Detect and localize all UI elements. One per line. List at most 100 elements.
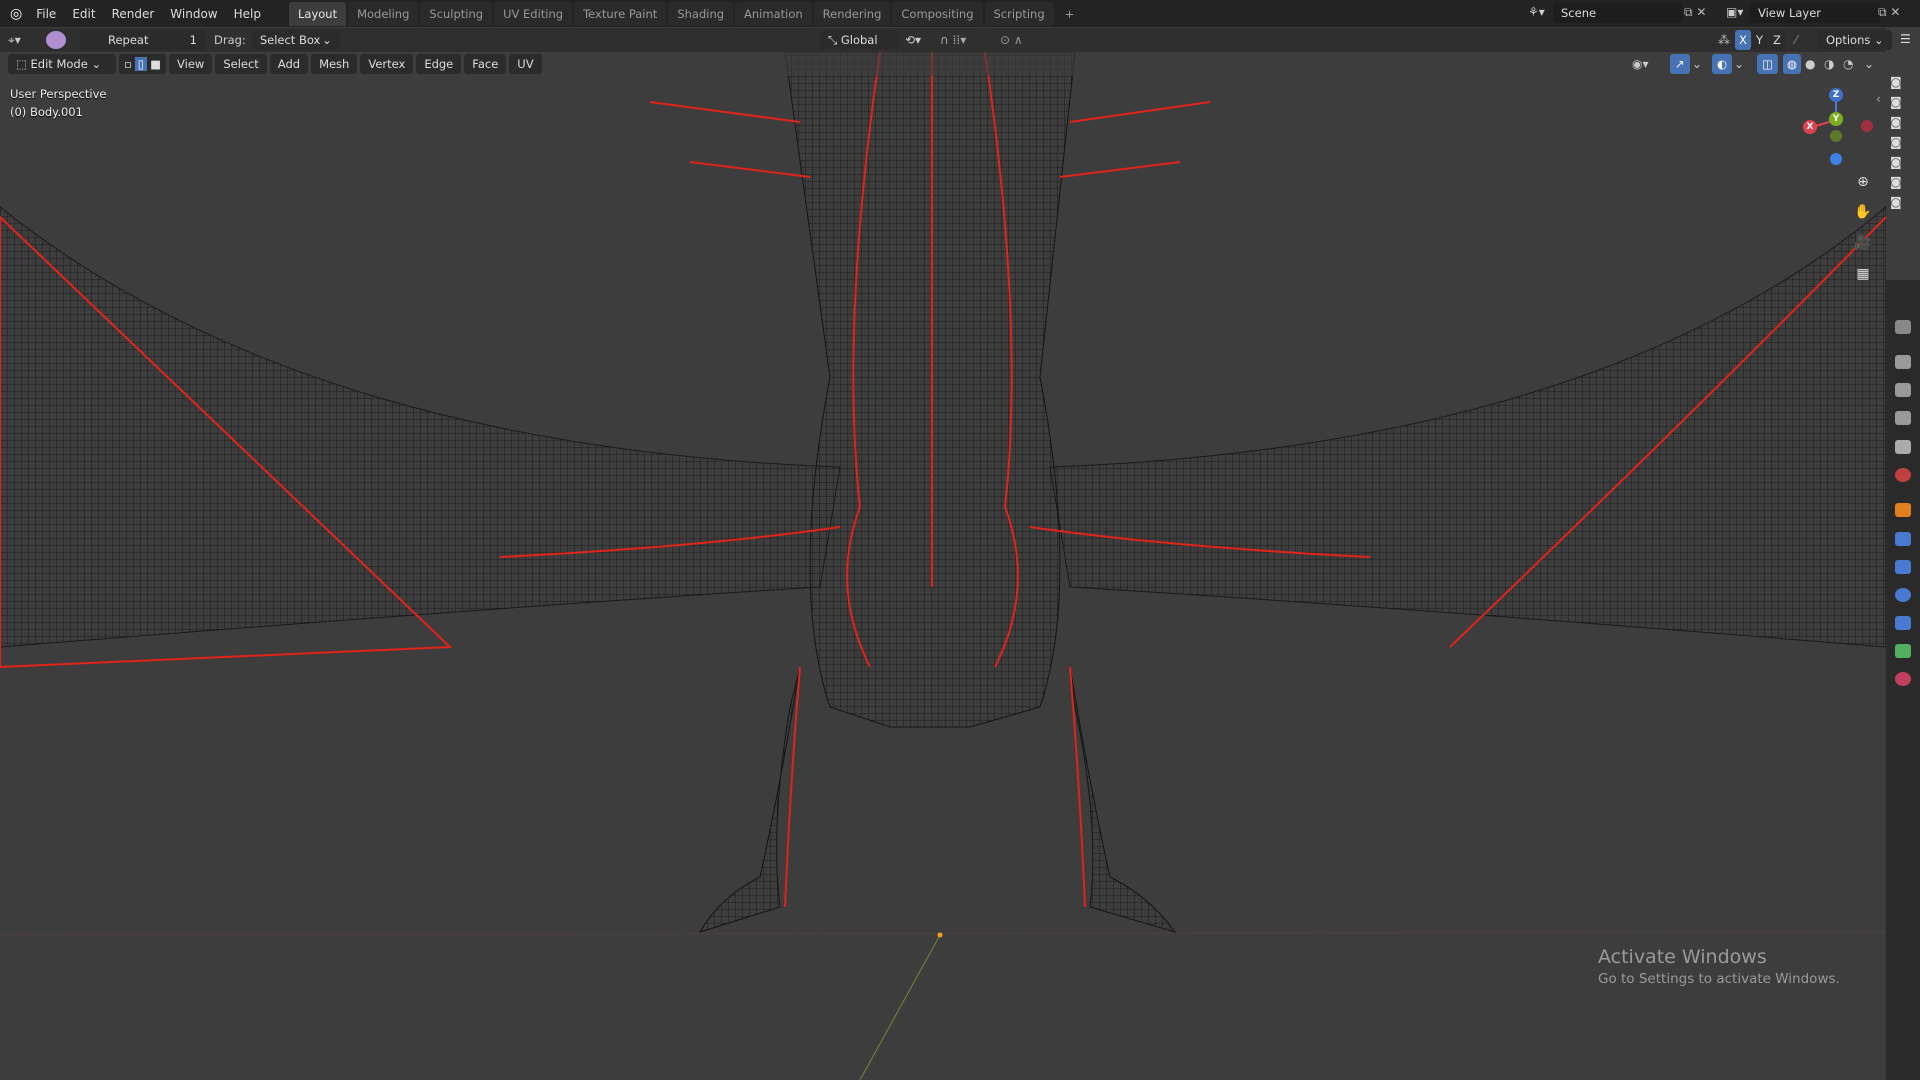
scene-tab-icon[interactable] <box>1895 440 1911 454</box>
rendered-shading-icon[interactable]: ◔ <box>1843 57 1853 71</box>
mirror-z-toggle[interactable]: Z <box>1769 30 1785 50</box>
tool-tab-icon[interactable] <box>1895 320 1911 334</box>
menu-render[interactable]: Render <box>104 7 163 21</box>
menu-vertex[interactable]: Vertex <box>360 54 414 74</box>
material-shading-icon[interactable]: ◑ <box>1824 57 1834 71</box>
scene-field[interactable]: Scene <box>1553 3 1683 23</box>
menu-view[interactable]: View <box>169 54 213 74</box>
select-mode-group[interactable]: ▫ ▯ ■ <box>119 54 167 74</box>
collapse-arrow-icon[interactable]: ‹ <box>1876 92 1881 106</box>
vertex-select-icon[interactable]: ▫ <box>121 57 135 71</box>
constraints-tab-icon[interactable] <box>1895 616 1911 630</box>
tab-compositing[interactable]: Compositing <box>892 1 983 26</box>
mesh-sphere-icon[interactable] <box>46 31 66 49</box>
camera-icon[interactable]: ◙ <box>1890 75 1902 95</box>
tab-scripting[interactable]: Scripting <box>984 1 1054 26</box>
wireframe-shading-icon[interactable]: ◍ <box>1783 54 1802 74</box>
object-tab-icon[interactable] <box>1895 503 1911 517</box>
tab-animation[interactable]: Animation <box>735 1 812 26</box>
modifier-tab-icon[interactable] <box>1895 532 1911 546</box>
gizmo-y[interactable]: Y <box>1829 112 1843 126</box>
orientation-select[interactable]: ⤡ Global <box>820 30 898 50</box>
left-wing <box>0 206 841 669</box>
tab-sculpting[interactable]: Sculpting <box>420 1 493 26</box>
new-scene-icon[interactable]: ⧉ ✕ <box>1684 5 1706 20</box>
world-tab-icon[interactable] <box>1895 468 1911 482</box>
gizmo-x[interactable]: X <box>1803 120 1817 134</box>
outliner-editor-icon[interactable]: ☰ <box>1900 32 1911 46</box>
camera-icon[interactable]: ◙ <box>1890 155 1902 175</box>
scene-icon[interactable]: ⚘▾ <box>1528 5 1545 19</box>
menu-mesh[interactable]: Mesh <box>311 54 358 74</box>
material-tab-icon[interactable] <box>1895 672 1911 686</box>
mirror-icon[interactable]: ⁂ <box>1718 33 1730 47</box>
camera-icon[interactable]: ◙ <box>1890 175 1902 195</box>
new-view-layer-icon[interactable]: ⧉ ✕ <box>1878 5 1900 20</box>
snap-icon[interactable]: ∩ ⁞⁞▾ <box>940 33 966 47</box>
navigation-gizmo[interactable]: Z Y X <box>1790 85 1873 165</box>
camera-icon[interactable]: ◙ <box>1890 135 1902 155</box>
gizmo-dropdown-icon[interactable]: ⌄ <box>1692 57 1702 71</box>
tab-rendering[interactable]: Rendering <box>813 1 891 26</box>
tab-texture-paint[interactable]: Texture Paint <box>574 1 667 26</box>
solid-shading-icon[interactable]: ● <box>1805 57 1815 71</box>
mirror-y-toggle[interactable]: Y <box>1752 30 1768 50</box>
view-layer-tab-icon[interactable] <box>1895 411 1911 425</box>
blender-logo-icon[interactable]: ◎ <box>10 6 22 22</box>
gizmo-toggle-icon[interactable]: ↗ <box>1670 54 1690 74</box>
menu-face[interactable]: Face <box>464 54 507 74</box>
particles-tab-icon[interactable] <box>1895 560 1911 574</box>
menu-uv[interactable]: UV <box>509 54 542 74</box>
view-layer-field[interactable]: View Layer <box>1750 3 1880 23</box>
menu-select[interactable]: Select <box>215 54 267 74</box>
add-workspace-button[interactable]: + <box>1056 2 1084 26</box>
topology-mirror-icon[interactable]: ⁄ <box>1795 33 1797 47</box>
menu-add[interactable]: Add <box>269 54 309 74</box>
tab-uv-editing[interactable]: UV Editing <box>494 1 573 26</box>
gizmo-neg-x[interactable] <box>1861 120 1873 132</box>
camera-icon[interactable]: ◙ <box>1890 95 1902 115</box>
viewport-mesh[interactable] <box>0 27 1886 1080</box>
view-header: ⬚ Edit Mode ⌄ ▫ ▯ ■ View Select Add Mesh… <box>0 52 1886 76</box>
menu-window[interactable]: Window <box>162 7 225 21</box>
overlay-toggle-icon[interactable]: ◐ <box>1712 54 1733 74</box>
edge-select-icon[interactable]: ▯ <box>134 57 148 71</box>
repeat-value: 1 <box>189 33 197 47</box>
data-tab-icon[interactable] <box>1895 644 1911 658</box>
render-tab-icon[interactable] <box>1895 355 1911 369</box>
orientation-value: Global <box>840 33 878 47</box>
repeat-field[interactable]: Repeat 1 <box>80 30 205 50</box>
physics-tab-icon[interactable] <box>1895 588 1911 602</box>
overlay-dropdown-icon[interactable]: ⌄ <box>1734 57 1744 71</box>
view-layer-icon[interactable]: ▣▾ <box>1726 5 1743 19</box>
proportional-edit-icon[interactable]: ⊙ ∧ <box>1000 33 1023 47</box>
menu-edit[interactable]: Edit <box>64 7 103 21</box>
face-select-icon[interactable]: ■ <box>147 57 164 71</box>
camera-icon[interactable]: ◙ <box>1890 115 1902 135</box>
xray-toggle-icon[interactable]: ◫ <box>1757 54 1778 74</box>
mirror-x-toggle[interactable]: X <box>1735 30 1751 50</box>
options-button[interactable]: Options ⌄ <box>1818 30 1892 50</box>
visibility-icon[interactable]: ◉▾ <box>1632 57 1649 71</box>
menu-help[interactable]: Help <box>226 7 269 21</box>
watermark-subtitle: Go to Settings to activate Windows. <box>1598 971 1840 987</box>
menu-edge[interactable]: Edge <box>416 54 462 74</box>
transform-tool-icon[interactable]: ⌖▾ <box>8 33 38 48</box>
tab-shading[interactable]: Shading <box>668 1 734 26</box>
camera-icon[interactable]: ◙ <box>1890 195 1902 215</box>
tab-layout[interactable]: Layout <box>288 1 347 26</box>
output-tab-icon[interactable] <box>1895 383 1911 397</box>
zoom-icon[interactable]: ⊕ <box>1852 171 1874 193</box>
gizmo-neg-z[interactable] <box>1830 153 1842 165</box>
drag-select[interactable]: Select Box ⌄ <box>251 30 340 50</box>
pan-hand-icon[interactable]: ✋ <box>1852 201 1874 223</box>
shading-dropdown-icon[interactable]: ⌄ <box>1864 57 1874 71</box>
gizmo-neg-y[interactable] <box>1830 130 1842 142</box>
menu-file[interactable]: File <box>28 7 64 21</box>
pivot-icon[interactable]: ⟲▾ <box>905 33 921 47</box>
camera-view-icon[interactable]: 🎥 <box>1852 232 1874 254</box>
mode-select[interactable]: ⬚ Edit Mode ⌄ <box>8 54 116 74</box>
ortho-grid-icon[interactable]: ▦ <box>1852 263 1874 285</box>
gizmo-z[interactable]: Z <box>1829 88 1843 102</box>
tab-modeling[interactable]: Modeling <box>348 1 419 26</box>
